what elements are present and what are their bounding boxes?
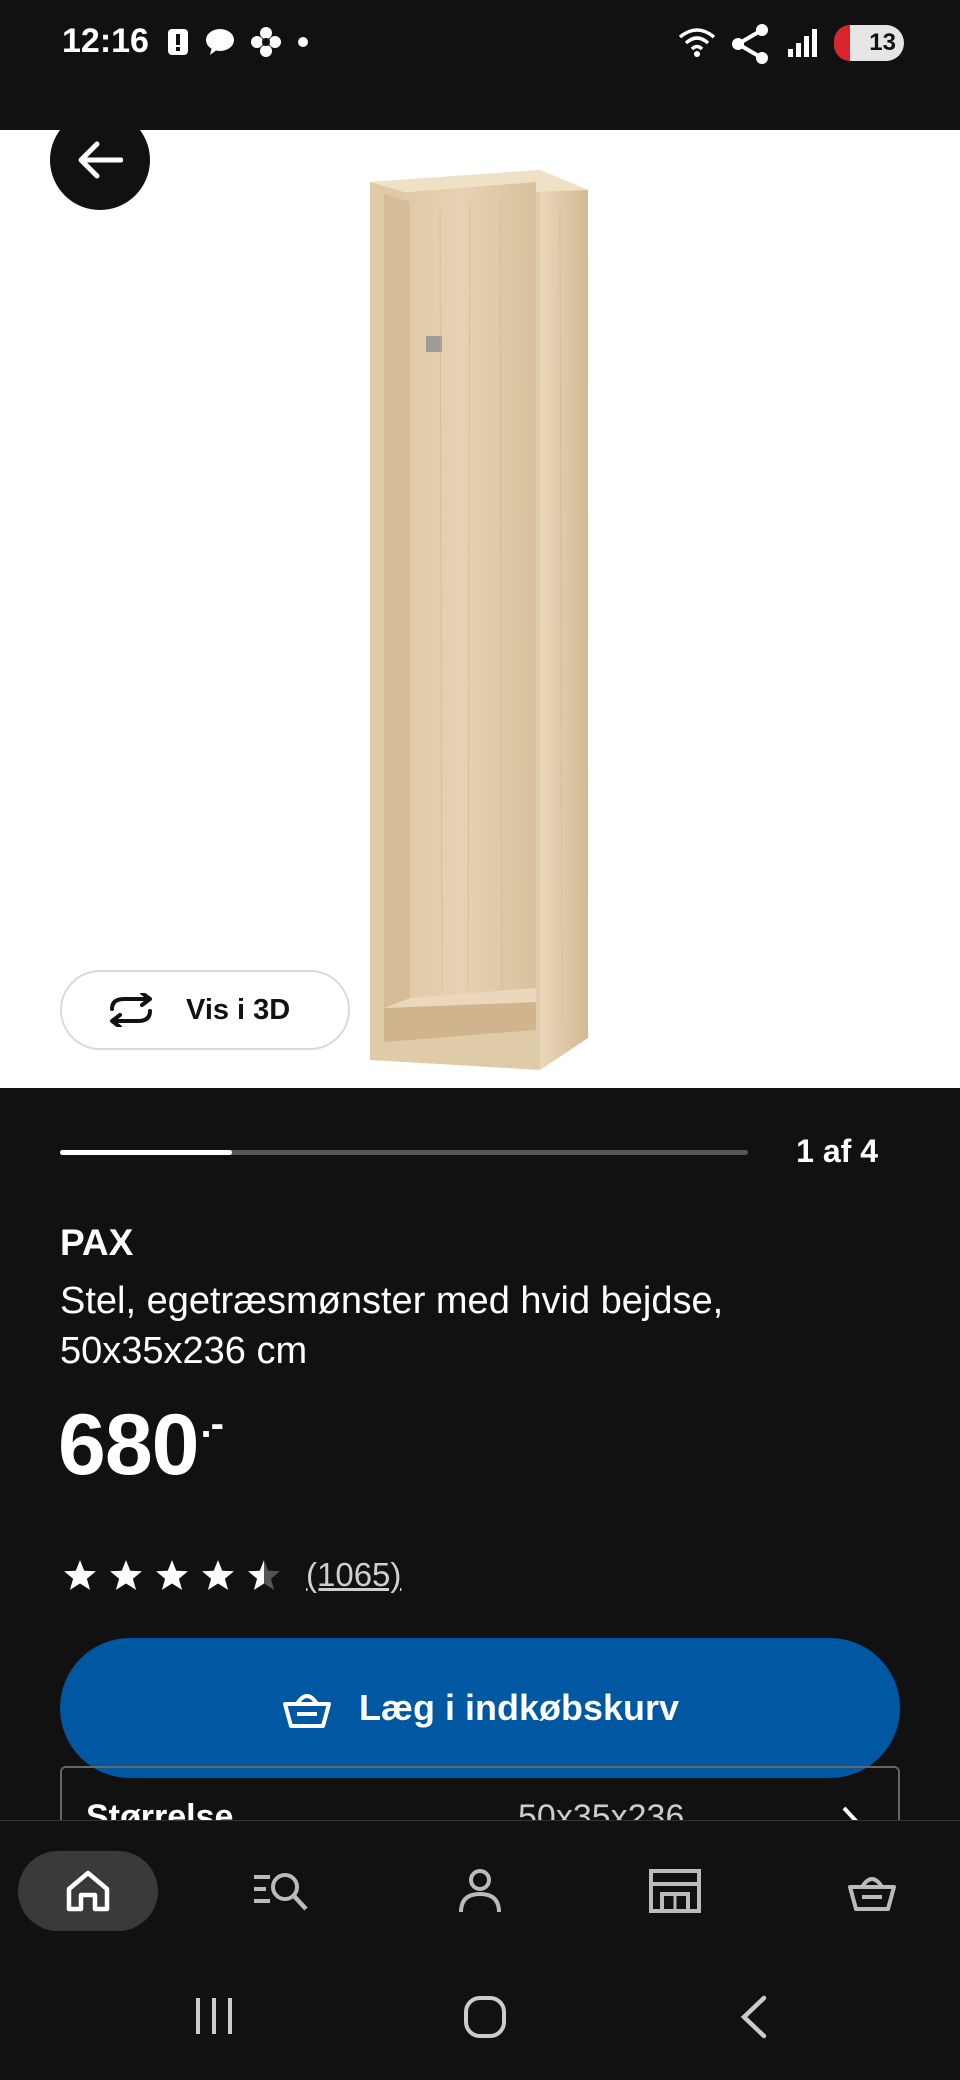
search-list-icon bbox=[254, 1873, 308, 1911]
nav-cart[interactable] bbox=[802, 1851, 942, 1931]
system-navigation-bar bbox=[0, 1960, 960, 2080]
signal-icon bbox=[788, 29, 817, 57]
nav-stores[interactable] bbox=[605, 1851, 745, 1931]
product-image-area[interactable]: Vis i 3D bbox=[0, 130, 960, 1088]
share-icon bbox=[732, 24, 768, 64]
star-icon bbox=[248, 1560, 280, 1590]
alert-icon bbox=[168, 29, 188, 55]
back-button[interactable] bbox=[50, 130, 150, 210]
nav-home[interactable] bbox=[18, 1851, 158, 1931]
nav-profile[interactable] bbox=[410, 1851, 550, 1931]
bottom-navigation bbox=[0, 1820, 960, 1960]
back-nav-icon[interactable] bbox=[736, 1994, 770, 2040]
person-icon bbox=[459, 1869, 501, 1913]
price-value: 680 bbox=[58, 1397, 199, 1493]
nav-search[interactable] bbox=[212, 1851, 352, 1931]
view-3d-label: Vis i 3D bbox=[186, 993, 291, 1026]
add-to-cart-button[interactable]: Læg i indkøbskurv bbox=[60, 1638, 900, 1778]
asterisk-icon bbox=[251, 27, 281, 57]
status-time: 12:16 bbox=[62, 22, 149, 60]
gallery-progress-fill bbox=[60, 1150, 232, 1155]
product-price: 680.- bbox=[58, 1396, 224, 1495]
dot-icon bbox=[298, 37, 308, 47]
star-icon bbox=[156, 1560, 188, 1590]
battery-level: 13 bbox=[869, 29, 896, 56]
star-icon bbox=[110, 1560, 142, 1590]
status-icons-left bbox=[166, 26, 310, 58]
basket-icon bbox=[848, 1877, 896, 1911]
star-icon bbox=[64, 1560, 96, 1590]
battery-icon: 13 bbox=[834, 25, 904, 61]
store-icon bbox=[649, 1869, 701, 1913]
chat-icon bbox=[206, 29, 234, 55]
star-icon bbox=[202, 1560, 234, 1590]
gallery-progress bbox=[60, 1150, 748, 1155]
product-description: Stel, egetræsmønster med hvid bejdse, 50… bbox=[60, 1280, 724, 1372]
recents-icon[interactable] bbox=[192, 1994, 236, 2038]
view-3d-button[interactable]: Vis i 3D bbox=[60, 970, 350, 1050]
rotate-3d-icon bbox=[110, 993, 152, 1027]
add-to-cart-label: Læg i indkøbskurv bbox=[358, 1687, 680, 1728]
rating-stars bbox=[60, 1558, 284, 1592]
gallery-counter: 1 af 4 bbox=[796, 1133, 878, 1169]
wifi-icon bbox=[678, 28, 716, 57]
status-bar: 12:16 13 bbox=[0, 0, 960, 130]
price-suffix: .- bbox=[200, 1402, 224, 1446]
home-icon bbox=[66, 1870, 110, 1912]
product-rating[interactable]: (1065) bbox=[60, 1556, 401, 1594]
arrow-left-icon bbox=[78, 141, 123, 179]
product-name: PAX bbox=[60, 1222, 134, 1263]
basket-icon bbox=[282, 1694, 331, 1728]
status-icons-right: 13 bbox=[678, 22, 904, 64]
home-circle-icon[interactable] bbox=[462, 1994, 508, 2040]
wardrobe-image bbox=[370, 170, 588, 1070]
review-count-link[interactable]: (1065) bbox=[306, 1556, 401, 1594]
